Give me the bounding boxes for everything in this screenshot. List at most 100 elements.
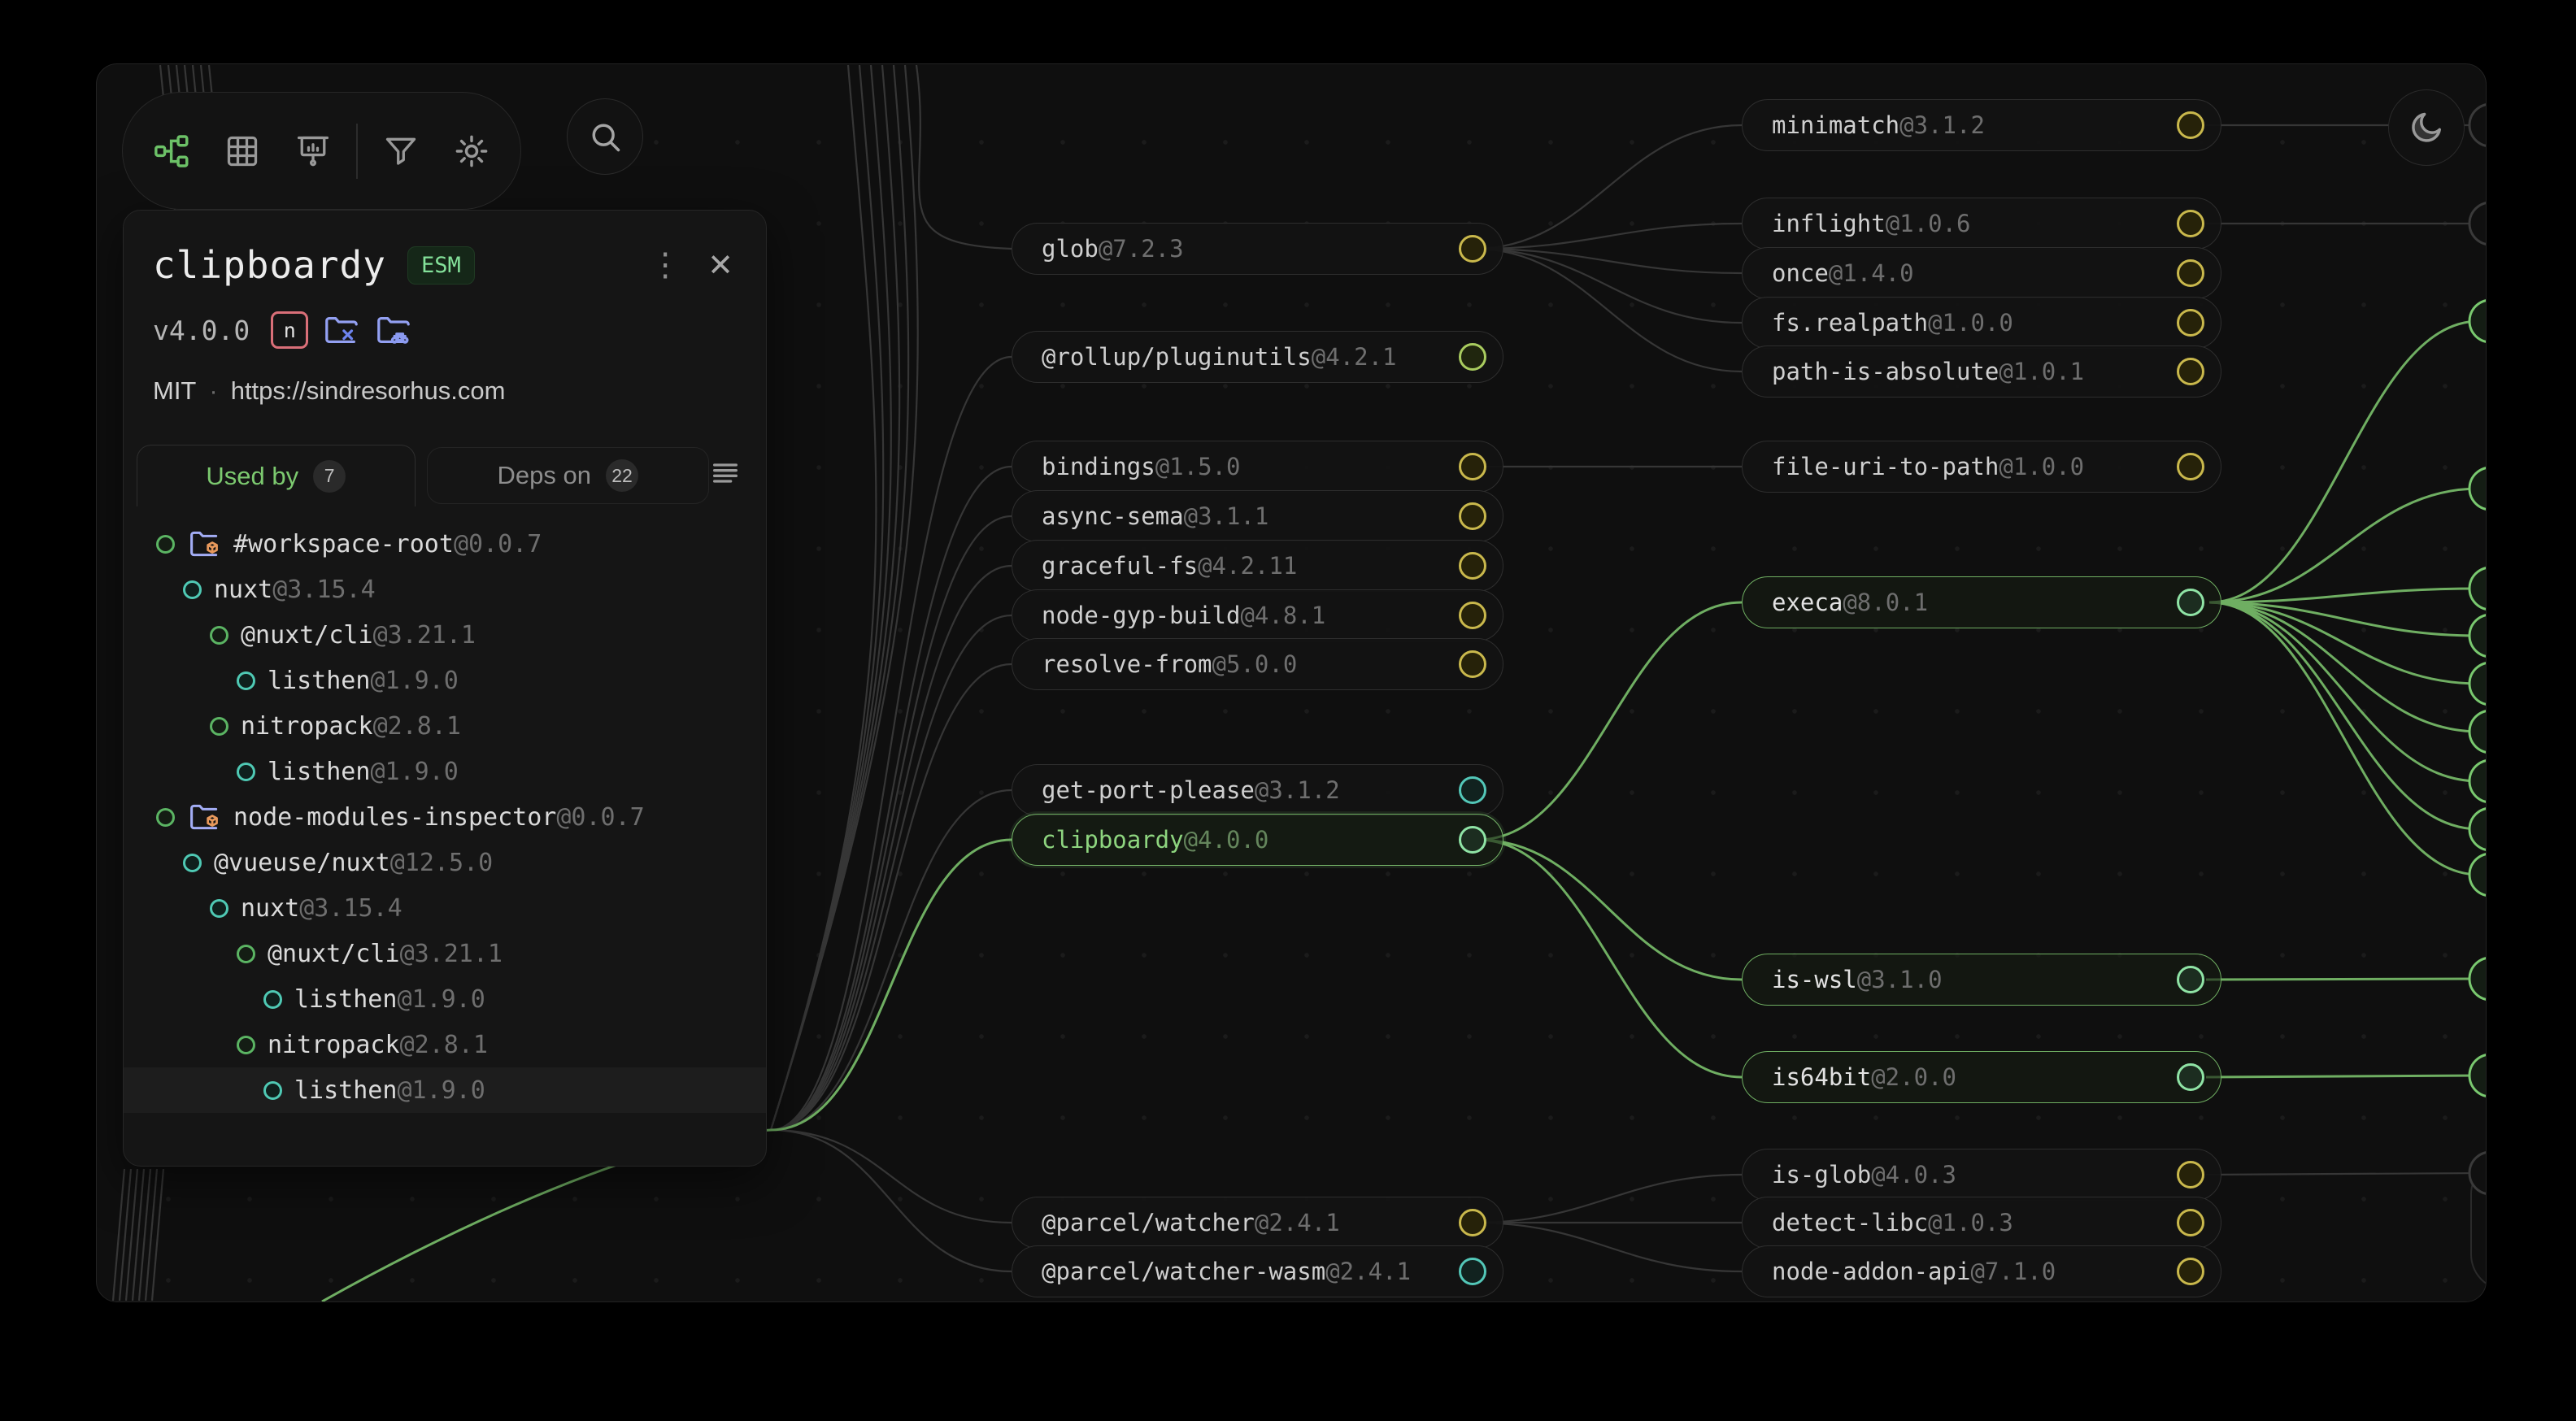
dependency-edge xyxy=(146,1169,157,1301)
open-folder-x-link[interactable] xyxy=(323,311,360,349)
report-view-button[interactable] xyxy=(277,115,348,187)
package-node-async-sema[interactable]: async-sema@3.1.1 xyxy=(1012,490,1503,542)
tree-item--vueuse-nuxt[interactable]: @vueuse/nuxt@12.5.0 xyxy=(124,840,766,885)
node-port-icon[interactable] xyxy=(2177,1209,2204,1236)
package-node-minimatch[interactable]: minimatch@3.1.2 xyxy=(1742,99,2221,151)
tab-deps-on[interactable]: Deps on 22 xyxy=(427,447,709,504)
tree-item-node-modules-inspector[interactable]: node-modules-inspector@0.0.7 xyxy=(124,794,766,840)
clipped-node-port[interactable] xyxy=(2469,760,2486,802)
package-node-once[interactable]: once@1.4.0 xyxy=(1742,247,2221,299)
folder-x-icon xyxy=(323,311,360,349)
close-icon[interactable]: ✕ xyxy=(704,247,737,284)
node-port-icon[interactable] xyxy=(1459,602,1486,629)
tab-used-by-label: Used by xyxy=(206,462,298,491)
node-port-icon[interactable] xyxy=(1459,235,1486,263)
package-node-graceful-fs[interactable]: graceful-fs@4.2.11 xyxy=(1012,540,1503,592)
node-port-icon[interactable] xyxy=(2177,358,2204,385)
filter-icon xyxy=(383,133,419,169)
tree-item-listhen[interactable]: listhen@1.9.0 xyxy=(124,749,766,794)
node-package-version: @4.2.11 xyxy=(1198,552,1297,580)
clipped-node-port[interactable] xyxy=(2469,202,2486,245)
clipped-node-port[interactable] xyxy=(2469,567,2486,610)
kebab-menu-icon[interactable]: ⋮ xyxy=(641,249,690,281)
node-port-icon[interactable] xyxy=(1459,650,1486,678)
node-port-icon[interactable] xyxy=(2177,111,2204,139)
clipped-node-port[interactable] xyxy=(2469,104,2486,146)
package-node--rollup-pluginutils[interactable]: @rollup/pluginutils@4.2.1 xyxy=(1012,331,1503,383)
graph-view-button[interactable] xyxy=(136,115,207,187)
theme-toggle-button[interactable] xyxy=(2388,89,2465,166)
tree-item-nuxt[interactable]: nuxt@3.15.4 xyxy=(124,567,766,612)
package-node-execa[interactable]: execa@8.0.1 xyxy=(1742,576,2221,628)
node-port-icon[interactable] xyxy=(2177,1063,2204,1091)
tree-package-name: listhen xyxy=(268,667,370,695)
grid-view-button[interactable] xyxy=(207,115,277,187)
dependency-ring-icon xyxy=(237,945,255,963)
node-port-icon[interactable] xyxy=(1459,552,1486,580)
node-port-icon[interactable] xyxy=(2177,309,2204,337)
node-package-name: @rollup/pluginutils xyxy=(1042,343,1312,371)
clipped-node-port[interactable] xyxy=(2469,615,2486,657)
tree-item--nuxt-cli[interactable]: @nuxt/cli@3.21.1 xyxy=(124,612,766,658)
node-port-icon[interactable] xyxy=(2177,589,2204,616)
package-node-is-glob[interactable]: is-glob@4.0.3 xyxy=(1742,1149,2221,1201)
package-node--parcel-watcher-wasm[interactable]: @parcel/watcher-wasm@2.4.1 xyxy=(1012,1245,1503,1297)
package-node-resolve-from[interactable]: resolve-from@5.0.0 xyxy=(1012,638,1503,690)
package-node-inflight[interactable]: inflight@1.0.6 xyxy=(1742,198,2221,250)
package-node-path-is-absolute[interactable]: path-is-absolute@1.0.1 xyxy=(1742,345,2221,398)
package-node-glob[interactable]: glob@7.2.3 xyxy=(1012,223,1503,275)
clipped-node-port[interactable] xyxy=(2469,958,2486,1000)
node-port-icon[interactable] xyxy=(1459,826,1486,854)
package-node-node-addon-api[interactable]: node-addon-api@7.1.0 xyxy=(1742,1245,2221,1297)
dependency-edge xyxy=(113,1169,124,1301)
clipped-node-port[interactable] xyxy=(2469,663,2486,705)
node-port-icon[interactable] xyxy=(2177,210,2204,237)
clipped-node-port[interactable] xyxy=(2469,467,2486,510)
search-button[interactable] xyxy=(567,98,643,175)
list-options-button[interactable] xyxy=(709,457,753,493)
tree-item--workspace-root[interactable]: #workspace-root@0.0.7 xyxy=(124,521,766,567)
package-node--parcel-watcher[interactable]: @parcel/watcher@2.4.1 xyxy=(1012,1197,1503,1249)
package-node-file-uri-to-path[interactable]: file-uri-to-path@1.0.0 xyxy=(1742,441,2221,493)
settings-button[interactable] xyxy=(437,115,507,187)
node-port-icon[interactable] xyxy=(2177,1161,2204,1189)
tree-item--nuxt-cli[interactable]: @nuxt/cli@3.21.1 xyxy=(124,931,766,976)
tab-used-by[interactable]: Used by 7 xyxy=(137,445,416,506)
node-port-icon[interactable] xyxy=(1459,502,1486,530)
node-port-icon[interactable] xyxy=(1459,776,1486,804)
package-node-bindings[interactable]: bindings@1.5.0 xyxy=(1012,441,1503,493)
tree-item-listhen[interactable]: listhen@1.9.0 xyxy=(124,976,766,1022)
node-port-icon[interactable] xyxy=(1459,1258,1486,1285)
node-port-icon[interactable] xyxy=(1459,343,1486,371)
node-port-icon[interactable] xyxy=(2177,453,2204,480)
clipped-node-port[interactable] xyxy=(2469,1054,2486,1097)
package-node-is64bit[interactable]: is64bit@2.0.0 xyxy=(1742,1051,2221,1103)
package-node-fs-realpath[interactable]: fs.realpath@1.0.0 xyxy=(1742,297,2221,349)
tree-item-listhen[interactable]: listhen@1.9.0 xyxy=(124,658,766,703)
package-node-clipboardy[interactable]: clipboardy@4.0.0 xyxy=(1012,814,1503,866)
package-node-node-gyp-build[interactable]: node-gyp-build@4.8.1 xyxy=(1012,589,1503,641)
package-node-get-port-please[interactable]: get-port-please@3.1.2 xyxy=(1012,764,1503,816)
homepage-link[interactable]: https://sindresorhus.com xyxy=(231,376,506,406)
clipped-node-port[interactable] xyxy=(2469,710,2486,753)
node-port-icon[interactable] xyxy=(1459,453,1486,480)
tree-item-nitropack[interactable]: nitropack@2.8.1 xyxy=(124,703,766,749)
tree-item-nitropack[interactable]: nitropack@2.8.1 xyxy=(124,1022,766,1067)
clipped-node-port[interactable] xyxy=(2469,808,2486,850)
npm-link[interactable]: n xyxy=(271,311,308,349)
package-node-detect-libc[interactable]: detect-libc@1.0.3 xyxy=(1742,1197,2221,1249)
package-node-is-wsl[interactable]: is-wsl@3.1.0 xyxy=(1742,954,2221,1006)
node-port-icon[interactable] xyxy=(2177,259,2204,287)
node-port-icon[interactable] xyxy=(1459,1209,1486,1236)
tree-item-nuxt[interactable]: nuxt@3.15.4 xyxy=(124,885,766,931)
node-package-name: is64bit xyxy=(1772,1063,1871,1091)
clipped-node-port[interactable] xyxy=(2469,300,2486,342)
open-folder-cmd-link[interactable] xyxy=(375,311,412,349)
node-port-icon[interactable] xyxy=(2177,966,2204,993)
tree-item-listhen[interactable]: listhen@1.9.0 xyxy=(124,1067,766,1113)
dependency-edge xyxy=(1474,249,1742,372)
clipped-node-port[interactable] xyxy=(2469,854,2486,896)
node-package-version: @3.1.2 xyxy=(1899,111,1985,139)
node-port-icon[interactable] xyxy=(2177,1258,2204,1285)
filter-button[interactable] xyxy=(366,115,437,187)
